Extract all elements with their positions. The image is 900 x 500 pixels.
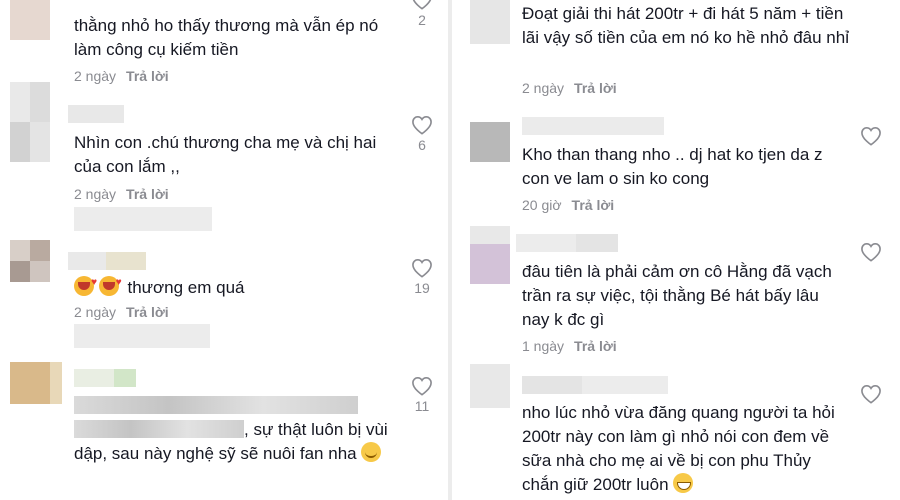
reply-button[interactable]: Trả lời — [126, 186, 169, 202]
like-button[interactable]: 11 — [407, 376, 437, 414]
comment-text: Nhìn con .chú thương cha mẹ và chị hai c… — [74, 133, 377, 176]
avatar[interactable] — [10, 0, 50, 40]
like-button[interactable]: 6 — [407, 115, 437, 153]
reply-button[interactable]: Trả lời — [572, 197, 615, 213]
username-redacted[interactable] — [516, 234, 618, 252]
reply-button[interactable]: Trả lời — [126, 304, 169, 320]
comment-text: Đoạt giải thi hát 200tr + đi hát 5 năm +… — [522, 4, 849, 47]
comment-text-row: thương em quá — [74, 271, 394, 300]
comment-meta: 2 ngày Trả lời — [74, 304, 169, 320]
heart-outline-icon — [412, 115, 432, 135]
comment-time: 20 giờ — [522, 197, 562, 213]
right-comment-panel: Đoạt giải thi hát 200tr + đi hát 5 năm +… — [452, 0, 900, 500]
redacted-text — [74, 420, 244, 438]
heart-outline-icon — [861, 126, 881, 146]
username-redacted[interactable] — [68, 252, 146, 270]
comment-time: 2 ngày — [74, 186, 117, 202]
comment-meta: 2 ngày Trả lời — [522, 80, 617, 96]
comment-meta: 2 ngày Trả lời — [74, 186, 169, 202]
like-count: 2 — [418, 12, 426, 28]
avatar[interactable] — [470, 226, 510, 286]
avatar[interactable] — [10, 240, 50, 282]
username-redacted[interactable] — [522, 117, 664, 135]
like-count: 11 — [414, 398, 430, 414]
like-button[interactable] — [856, 242, 886, 262]
like-button[interactable]: 2 — [407, 0, 437, 28]
like-count: 6 — [418, 137, 426, 153]
avatar[interactable] — [470, 364, 510, 408]
comment-time: 1 ngày — [522, 338, 565, 354]
username-redacted[interactable] — [74, 369, 136, 387]
comment-meta: 20 giờ Trả lời — [522, 197, 614, 213]
avatar[interactable] — [10, 362, 62, 404]
left-comment-panel: thằng nhỏ ho thấy thương mà vẫn ép nó là… — [0, 0, 448, 500]
comment-text-row: nho lúc nhỏ vừa đăng quang người ta hỏi … — [522, 401, 842, 497]
smiling-face-with-hearts-icon — [98, 271, 122, 296]
avatar[interactable] — [470, 0, 510, 44]
comment-time: 2 ngày — [522, 80, 565, 96]
username-redacted[interactable] — [68, 105, 124, 123]
grinning-face-icon — [673, 473, 694, 493]
heart-outline-icon — [412, 376, 432, 396]
avatar[interactable] — [470, 122, 510, 162]
view-replies-redacted[interactable] — [74, 324, 210, 348]
comment-text: thương em quá — [127, 278, 245, 297]
redacted-text — [74, 396, 358, 414]
comment-meta: 1 ngày Trả lời — [522, 338, 617, 354]
comment-text: đâu tiên là phải cảm ơn cô Hằng đã vạch … — [522, 262, 832, 329]
heart-outline-icon — [861, 242, 881, 262]
relieved-face-icon — [361, 442, 382, 462]
username-redacted[interactable] — [522, 376, 668, 394]
heart-outline-icon — [412, 0, 432, 10]
comment-text: thằng nhỏ ho thấy thương mà vẫn ép nó là… — [74, 16, 379, 59]
like-button[interactable]: 19 — [407, 258, 437, 296]
comment-text: Kho than thang nho .. dj hat ko tjen da … — [522, 145, 823, 188]
comment-time: 2 ngày — [74, 68, 117, 84]
reply-button[interactable]: Trả lời — [126, 68, 169, 84]
comment-text-row: , sự thật luôn bị vùi dập, sau này nghệ … — [74, 394, 404, 463]
comment-time: 2 ngày — [74, 304, 117, 320]
reply-button[interactable]: Trả lời — [574, 80, 617, 96]
view-replies-redacted[interactable] — [74, 207, 212, 231]
heart-outline-icon — [861, 384, 881, 404]
like-button[interactable] — [856, 126, 886, 146]
comment-meta: 2 ngày Trả lời — [74, 68, 169, 84]
smiling-face-with-hearts-icon — [74, 271, 97, 296]
avatar[interactable] — [10, 82, 50, 162]
like-count: 19 — [414, 280, 430, 296]
heart-outline-icon — [412, 258, 432, 278]
reply-button[interactable]: Trả lời — [574, 338, 617, 354]
like-button[interactable] — [856, 384, 886, 404]
